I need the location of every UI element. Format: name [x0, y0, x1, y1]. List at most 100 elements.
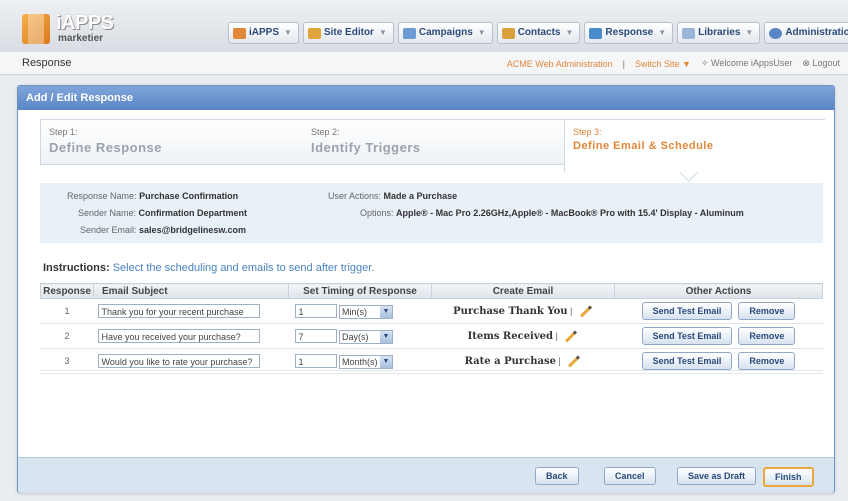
timing-value-input[interactable]: 7 — [294, 328, 337, 343]
chevron-down-icon: ▼ — [565, 28, 574, 37]
chevron-down-icon: ▼ — [284, 28, 292, 37]
step-1[interactable]: Step 1: Define Response — [41, 120, 302, 164]
email-name[interactable]: Purchase Thank You — [453, 306, 567, 317]
col-other-actions: Other Actions — [614, 283, 823, 299]
email-subject-input[interactable]: Thank you for your recent purchase — [97, 304, 260, 318]
libraries-icon — [682, 27, 696, 39]
step-2[interactable]: Step 2: Identify Triggers — [303, 120, 564, 164]
edit-pencil-icon[interactable] — [565, 330, 578, 343]
row-number: 1 — [40, 298, 94, 324]
back-button[interactable]: Back — [535, 467, 579, 485]
panel-title: Add / Edit Response — [18, 86, 834, 110]
user-actions-value: Made a Purchase — [383, 191, 458, 201]
page-title: Response — [22, 57, 72, 69]
envelope-icon — [402, 27, 416, 39]
switch-site-link[interactable]: Switch Site ▼ — [635, 59, 691, 69]
edit-pencil-icon[interactable] — [579, 305, 592, 318]
nav-administration[interactable]: Administration▼ — [764, 22, 848, 44]
finish-button[interactable]: Finish — [763, 467, 814, 487]
remove-button[interactable]: Remove — [738, 327, 796, 345]
nav-iapps[interactable]: iAPPS ▼ — [228, 22, 299, 44]
send-test-email-button[interactable]: Send Test Email — [641, 302, 733, 320]
step-2-number: Step 2: — [311, 127, 340, 137]
chevron-down-icon: ▼ — [477, 28, 486, 37]
nav-response[interactable]: Response ▼ — [584, 22, 674, 44]
chevron-down-icon: ▼ — [380, 330, 393, 343]
table-row: 1 Thank you for your recent purchase 1 M… — [40, 298, 823, 324]
user-actions-row: User Actions: Made a Purchase — [328, 191, 458, 201]
contacts-icon — [501, 27, 515, 39]
email-subject-input[interactable]: Would you like to rate your purchase? — [97, 354, 260, 368]
table-row: 2 Have you received your purchase? 7 Day… — [40, 323, 823, 349]
email-subject-input[interactable]: Have you received your purchase? — [97, 329, 260, 343]
timing-value-input[interactable]: 1 — [294, 303, 337, 318]
send-test-email-button[interactable]: Send Test Email — [641, 327, 733, 345]
col-email-subject: Email Subject — [93, 283, 289, 299]
nav-site-editor[interactable]: Site Editor ▼ — [302, 22, 394, 44]
instructions: Instructions: Select the scheduling and … — [43, 262, 375, 274]
main-nav: iAPPS ▼ Site Editor ▼ Campaigns ▼ Contacts ▼… — [228, 22, 848, 44]
chevron-down-icon: ▼ — [380, 355, 393, 368]
iapps-logo[interactable]: iAPPS marketier — [22, 12, 132, 46]
welcome-text: ✧ Welcome iAppsUser — [700, 58, 793, 68]
add-edit-response-panel: Add / Edit Response Step 1: Define Respo… — [17, 85, 835, 493]
send-test-email-button[interactable]: Send Test Email — [641, 352, 733, 370]
site-editor-icon — [307, 27, 321, 39]
chevron-down-icon: ▼ — [658, 28, 667, 37]
chevron-down-icon: ▼ — [745, 28, 754, 37]
options-value: Apple® - Mac Pro 2.26GHz,Apple® - MacBoo… — [396, 208, 744, 218]
user-controls: ACME Web Administration | Switch Site ▼ … — [507, 58, 840, 69]
chevron-down-icon: ▼ — [380, 305, 393, 318]
remove-button[interactable]: Remove — [738, 352, 796, 370]
table-empty-area — [40, 370, 823, 449]
step-1-number: Step 1: — [49, 127, 78, 137]
top-bar: iAPPS marketier iAPPS ▼ Site Editor ▼ Camp… — [0, 0, 848, 53]
cancel-button[interactable]: Cancel — [604, 467, 656, 485]
edit-pencil-icon[interactable] — [568, 355, 581, 368]
timing-unit-select[interactable]: Min(s) ▼ — [339, 304, 394, 319]
panel-footer: Back Cancel Save as Draft Finish — [18, 457, 834, 493]
row-number: 2 — [40, 323, 94, 349]
col-timing: Set Timing of Response — [288, 283, 432, 299]
chevron-down-icon: ▼ — [378, 28, 387, 37]
step-1-title: Define Response — [49, 140, 162, 155]
sender-email-row: Sender Email: sales@bridgelinesw.com — [80, 225, 247, 235]
nav-contacts[interactable]: Contacts ▼ — [496, 22, 581, 44]
sender-email-value: sales@bridgelinesw.com — [139, 225, 247, 235]
timing-value-input[interactable]: 1 — [294, 353, 337, 368]
response-name-value: Purchase Confirmation — [139, 191, 239, 201]
step-3-title: Define Email & Schedule — [573, 140, 714, 152]
home-icon — [233, 27, 246, 39]
timing-unit-select[interactable]: Month(s) ▼ — [339, 354, 394, 369]
response-name-row: Response Name: Purchase Confirmation — [67, 191, 239, 201]
response-schedule-table: Response Email Subject Set Timing of Res… — [40, 283, 823, 374]
sender-name-value: Confirmation Department — [138, 208, 248, 218]
response-summary: Response Name: Purchase Confirmation Sen… — [40, 183, 823, 243]
response-icon — [589, 27, 603, 39]
logout-icon: ⊗ — [802, 58, 810, 68]
site-admin-label: ACME Web Administration — [506, 58, 613, 69]
sub-bar: Response ACME Web Administration | Switc… — [0, 52, 848, 75]
options-row: Options: Apple® - Mac Pro 2.26GHz,Apple®… — [360, 208, 744, 218]
save-as-draft-button[interactable]: Save as Draft — [677, 467, 757, 485]
wizard-steps: Step 1: Define Response Step 2: Identify… — [40, 119, 825, 172]
col-response: Response — [40, 283, 94, 299]
email-name[interactable]: Rate a Purchase — [465, 356, 556, 367]
nav-campaigns[interactable]: Campaigns ▼ — [397, 22, 493, 44]
remove-button[interactable]: Remove — [738, 302, 796, 320]
sender-name-row: Sender Name: Confirmation Department — [78, 208, 248, 218]
email-name[interactable]: Items Received — [468, 331, 553, 342]
chevron-down-icon: ▼ — [682, 58, 691, 69]
logout-link[interactable]: ⊗ Logout — [802, 58, 840, 69]
step-3-number: Step 3: — [573, 127, 602, 137]
divider: | — [622, 58, 625, 69]
col-create-email: Create Email — [431, 283, 615, 299]
logo-subtitle: marketier — [58, 33, 104, 44]
timing-unit-select[interactable]: Day(s) ▼ — [339, 329, 394, 344]
user-icon: ✧ — [700, 58, 709, 68]
step-3[interactable]: Step 3: Define Email & Schedule — [564, 120, 825, 172]
gear-icon — [769, 27, 783, 39]
logo-title: iAPPS — [56, 12, 114, 34]
table-header-row: Response Email Subject Set Timing of Res… — [40, 283, 823, 299]
nav-libraries[interactable]: Libraries ▼ — [677, 22, 761, 44]
